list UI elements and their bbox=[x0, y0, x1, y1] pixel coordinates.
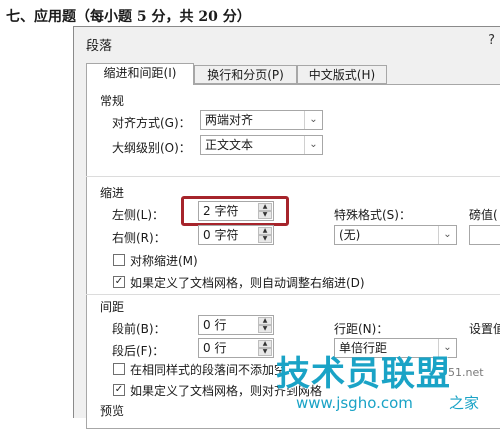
chevron-down-icon: ⌄ bbox=[304, 111, 322, 129]
divider bbox=[86, 294, 500, 295]
auto-adjust-label: 如果定义了文档网格，则自动调整右缩进(D) bbox=[130, 276, 365, 290]
space-before-label: 段前(B)： bbox=[112, 322, 166, 336]
line-spacing-label: 行距(N)： bbox=[334, 322, 389, 336]
chevron-down-icon: ⌄ bbox=[304, 136, 322, 154]
by-label: 磅值( bbox=[469, 208, 498, 222]
section-preview: 预览 bbox=[100, 404, 125, 418]
outline-level-select[interactable]: 正文文本 ⌄ bbox=[200, 135, 323, 155]
no-space-same-style-label: 在相同样式的段落间不添加空 bbox=[130, 363, 287, 377]
watermark-url: www.jsgho.com bbox=[296, 394, 413, 412]
space-before-spinner[interactable]: 0 行 ▲ ▼ bbox=[198, 315, 274, 335]
spin-down-icon[interactable]: ▼ bbox=[258, 348, 272, 356]
space-after-label: 段后(F)： bbox=[112, 344, 165, 358]
alignment-select[interactable]: 两端对齐 ⌄ bbox=[200, 110, 323, 130]
outline-level-label: 大纲级别(O)： bbox=[112, 141, 191, 155]
special-indent-value: (无) bbox=[339, 228, 361, 242]
question-heading: 七、应用题（每小题 5 分，共 20 分） bbox=[6, 9, 251, 25]
mirror-indent-label: 对称缩进(M) bbox=[130, 254, 198, 268]
snap-to-grid-checkbox[interactable]: ✓ bbox=[113, 384, 125, 396]
left-indent-label: 左侧(L)： bbox=[112, 208, 165, 222]
spin-up-icon[interactable]: ▲ bbox=[258, 227, 272, 235]
special-indent-label: 特殊格式(S)： bbox=[334, 208, 411, 222]
section-spacing: 间距 bbox=[100, 300, 125, 314]
spin-up-icon[interactable]: ▲ bbox=[258, 340, 272, 348]
auto-adjust-checkbox[interactable]: ✓ bbox=[113, 276, 125, 288]
outline-level-value: 正文文本 bbox=[205, 138, 254, 152]
tab-asian-typography[interactable]: 中文版式(H) bbox=[297, 65, 387, 84]
dialog-title: 段落 bbox=[86, 39, 113, 54]
tab-indent-spacing[interactable]: 缩进和间距(I) bbox=[86, 63, 194, 85]
tab-line-page-breaks[interactable]: 换行和分页(P) bbox=[194, 65, 297, 84]
section-general: 常规 bbox=[100, 94, 125, 108]
right-indent-spinner[interactable]: 0 字符 ▲ ▼ bbox=[198, 225, 274, 245]
space-after-value: 0 行 bbox=[203, 341, 227, 355]
special-indent-select[interactable]: (无) ⌄ bbox=[334, 225, 457, 245]
space-after-spinner[interactable]: 0 行 ▲ ▼ bbox=[198, 338, 274, 358]
watermark-side-text: 之家 bbox=[449, 394, 480, 412]
at-label: 设置值 bbox=[469, 322, 500, 336]
by-value-spinner[interactable] bbox=[469, 225, 500, 245]
help-button[interactable]: ? bbox=[488, 33, 495, 48]
highlight-box bbox=[181, 196, 289, 226]
alignment-value: 两端对齐 bbox=[205, 113, 254, 127]
spin-down-icon[interactable]: ▼ bbox=[258, 235, 272, 243]
watermark-small-text: 51.net bbox=[448, 366, 484, 379]
right-indent-label: 右侧(R)： bbox=[112, 231, 166, 245]
divider bbox=[86, 176, 500, 177]
watermark-logo-text: 技术员联盟 bbox=[276, 354, 451, 394]
no-space-same-style-checkbox[interactable] bbox=[113, 363, 125, 375]
right-indent-value: 0 字符 bbox=[203, 228, 239, 242]
section-indent: 缩进 bbox=[100, 186, 125, 200]
mirror-indent-checkbox[interactable] bbox=[113, 254, 125, 266]
spin-up-icon[interactable]: ▲ bbox=[258, 317, 272, 325]
spin-down-icon[interactable]: ▼ bbox=[258, 325, 272, 333]
alignment-label: 对齐方式(G)： bbox=[112, 116, 191, 130]
space-before-value: 0 行 bbox=[203, 318, 227, 332]
chevron-down-icon: ⌄ bbox=[438, 226, 456, 244]
